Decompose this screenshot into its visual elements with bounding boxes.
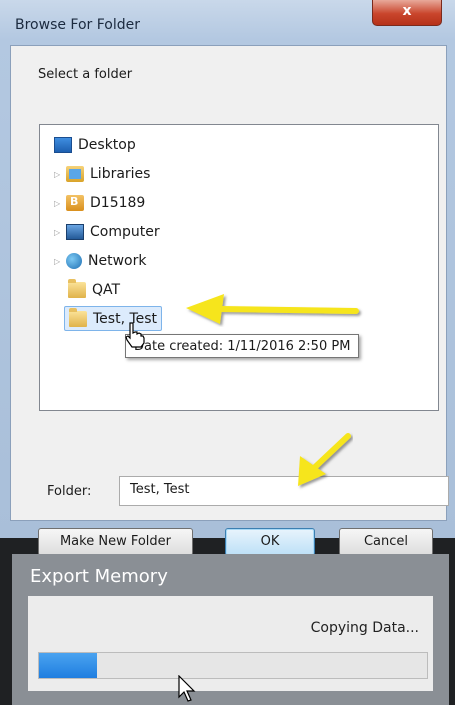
computer-icon bbox=[66, 224, 84, 240]
annotation-arrow-left-icon bbox=[186, 294, 359, 324]
export-dialog-body: Copying Data... bbox=[28, 596, 433, 691]
tree-item-computer[interactable]: ▷ Computer bbox=[54, 221, 160, 243]
tree-item-user[interactable]: ▷ D15189 bbox=[54, 192, 145, 214]
annotation-arrow-down-icon bbox=[298, 433, 351, 486]
tree-item-desktop[interactable]: Desktop bbox=[54, 134, 136, 156]
hand-cursor-icon bbox=[125, 322, 145, 348]
dialog-prompt: Select a folder bbox=[38, 67, 133, 82]
folder-tree[interactable]: Desktop ▷ Libraries ▷ D15189 ▷ Computer … bbox=[39, 124, 439, 411]
ok-button[interactable]: OK bbox=[225, 528, 315, 556]
expand-arrow-icon[interactable]: ▷ bbox=[54, 199, 64, 208]
expand-arrow-icon[interactable]: ▷ bbox=[54, 170, 64, 179]
browse-for-folder-dialog: Browse For Folder x Select a folder Desk… bbox=[0, 0, 455, 556]
libraries-icon bbox=[66, 166, 84, 182]
network-icon bbox=[66, 253, 82, 269]
export-progress-bar bbox=[38, 652, 428, 679]
make-new-folder-button[interactable]: Make New Folder bbox=[38, 528, 193, 556]
user-folder-icon bbox=[66, 195, 84, 211]
arrow-cursor-icon bbox=[178, 675, 196, 702]
tree-item-label: D15189 bbox=[90, 195, 146, 211]
tree-item-label: Network bbox=[88, 253, 147, 269]
dialog-title: Browse For Folder bbox=[15, 17, 141, 33]
tree-item-label: Libraries bbox=[90, 166, 151, 182]
folder-field-label: Folder: bbox=[47, 484, 92, 499]
tree-item-libraries[interactable]: ▷ Libraries bbox=[54, 163, 150, 185]
expand-arrow-icon[interactable]: ▷ bbox=[54, 257, 64, 266]
folder-icon bbox=[69, 307, 87, 327]
tree-item-network[interactable]: ▷ Network bbox=[54, 250, 146, 272]
close-button[interactable]: x bbox=[372, 0, 442, 26]
progress-fill bbox=[39, 653, 98, 678]
tree-item-label: Desktop bbox=[78, 137, 136, 153]
desktop-icon bbox=[54, 137, 72, 153]
export-memory-dialog: Export Memory Copying Data... bbox=[12, 554, 449, 705]
tree-item-test-selected[interactable]: Test, Test bbox=[64, 306, 163, 331]
export-dialog-title: Export Memory bbox=[30, 566, 168, 587]
folder-icon bbox=[68, 279, 86, 298]
date-created-tooltip: Date created: 1/11/2016 2:50 PM bbox=[125, 334, 360, 358]
tree-item-label: Computer bbox=[90, 224, 160, 240]
cancel-button[interactable]: Cancel bbox=[339, 528, 433, 556]
tree-item-qat[interactable]: QAT bbox=[68, 279, 120, 301]
copying-status-text: Copying Data... bbox=[310, 620, 419, 636]
dialog-client-area: Select a folder Desktop ▷ Libraries ▷ D1… bbox=[10, 45, 449, 556]
tree-item-label: QAT bbox=[92, 282, 121, 298]
expand-arrow-icon[interactable]: ▷ bbox=[54, 228, 64, 237]
